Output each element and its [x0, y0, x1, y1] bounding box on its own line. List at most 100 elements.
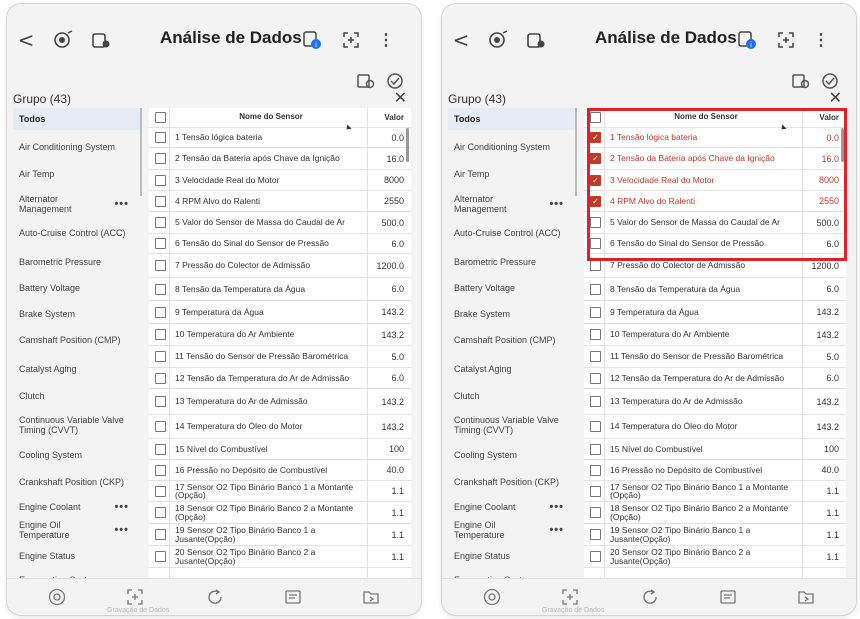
- document-info-icon[interactable]: i: [736, 30, 758, 50]
- sidebar-item[interactable]: Crankshaft Position (CKP): [448, 468, 576, 496]
- table-row[interactable]: 10 Temperatura do Ar Ambiente 143.2: [584, 324, 846, 346]
- sidebar-item[interactable]: Clutch: [448, 384, 576, 408]
- row-checkbox[interactable]: [155, 507, 166, 518]
- table-row[interactable]: 12 Tensão da Temperatura do Ar de Admiss…: [149, 368, 411, 389]
- row-checkbox[interactable]: [155, 283, 166, 295]
- more-dots-icon[interactable]: •••: [114, 525, 129, 536]
- sidebar-item[interactable]: Catalyst Aging: [13, 356, 141, 382]
- table-row[interactable]: 18 Sensor O2 Tipo Binário Banco 2 a Mont…: [149, 502, 411, 524]
- sidebar-item[interactable]: Barometric Pressure: [13, 250, 141, 274]
- table-row[interactable]: 11 Tensão do Sensor de Pressão Barométri…: [149, 346, 411, 368]
- table-row[interactable]: 17 Sensor O2 Tipo Binário Banco 1 a Mont…: [584, 481, 846, 502]
- row-checkbox[interactable]: [590, 396, 601, 407]
- more-dots-icon[interactable]: •••: [549, 525, 564, 536]
- sidebar-item[interactable]: Alternator Management •••: [13, 190, 141, 218]
- folder-icon[interactable]: [361, 587, 381, 607]
- sidebar-item[interactable]: Engine Oil Temperature •••: [13, 518, 141, 542]
- record-circle-icon[interactable]: [47, 587, 67, 607]
- sidebar-item[interactable]: Auto-Cruise Control (ACC): [13, 218, 141, 248]
- table-scrollbar[interactable]: [406, 128, 409, 162]
- row-checkbox[interactable]: [155, 443, 166, 455]
- row-checkbox[interactable]: [590, 507, 601, 518]
- row-checkbox[interactable]: [590, 464, 601, 476]
- report-icon[interactable]: [283, 587, 303, 607]
- record-circle-icon[interactable]: [482, 587, 502, 607]
- row-checkbox[interactable]: [155, 329, 166, 340]
- fullscreen-icon[interactable]: [776, 30, 796, 50]
- table-row[interactable]: 6 Tensão do Sinal do Sensor de Pressão 6.…: [149, 234, 411, 254]
- row-checkbox[interactable]: [155, 464, 166, 476]
- sidebar-item[interactable]: Air Conditioning System: [13, 132, 141, 162]
- more-menu-icon[interactable]: ⋮: [378, 30, 394, 50]
- table-row[interactable]: 14 Temperatura do Óleo do Motor 143.2: [149, 415, 411, 439]
- close-icon[interactable]: ✕: [394, 88, 407, 107]
- row-checkbox[interactable]: [155, 351, 166, 362]
- table-row[interactable]: 11 Tensão do Sensor de Pressão Barométri…: [584, 346, 846, 368]
- sidebar-item[interactable]: Air Temp: [13, 164, 141, 184]
- row-checkbox[interactable]: [590, 529, 601, 540]
- sidebar-item[interactable]: Engine Oil Temperature •••: [448, 518, 576, 542]
- sidebar-item[interactable]: Brake System: [13, 302, 141, 326]
- more-dots-icon[interactable]: •••: [549, 502, 564, 513]
- table-row[interactable]: 7 Pressão do Colector de Admissão 1200.0: [149, 254, 411, 278]
- sidebar-item[interactable]: Engine Status: [13, 544, 141, 568]
- table-row[interactable]: 3 Velocidade Real do Motor 8000: [149, 170, 411, 191]
- sidebar-item[interactable]: Continuous Variable Valve Timing (CVVT): [448, 408, 576, 442]
- refresh-icon[interactable]: [640, 587, 660, 607]
- vehicle-info-icon[interactable]: [91, 30, 111, 50]
- sidebar-item[interactable]: Clutch: [13, 384, 141, 408]
- more-menu-icon[interactable]: ⋮: [813, 30, 829, 50]
- vci-connection-icon[interactable]: [486, 30, 510, 50]
- table-row[interactable]: 17 Sensor O2 Tipo Binário Banco 1 a Mont…: [149, 481, 411, 502]
- frame-icon[interactable]: [560, 587, 580, 607]
- sidebar-item[interactable]: Camshaft Position (CMP): [13, 326, 141, 354]
- row-checkbox[interactable]: [155, 372, 166, 384]
- row-checkbox[interactable]: [590, 351, 601, 362]
- sidebar-scrollbar[interactable]: [140, 108, 142, 196]
- record-icon[interactable]: [356, 72, 376, 90]
- row-checkbox[interactable]: [155, 238, 166, 249]
- row-checkbox[interactable]: [155, 421, 166, 432]
- vci-connection-icon[interactable]: [51, 30, 75, 50]
- sidebar-item[interactable]: Barometric Pressure: [448, 250, 576, 274]
- row-checkbox[interactable]: [590, 421, 601, 432]
- row-checkbox[interactable]: [590, 283, 601, 295]
- fullscreen-icon[interactable]: [341, 30, 361, 50]
- sidebar-scrollbar[interactable]: [575, 108, 577, 196]
- table-row[interactable]: 13 Temperatura do Ar de Admissão 143.2: [584, 389, 846, 415]
- report-icon[interactable]: [718, 587, 738, 607]
- back-button[interactable]: <: [18, 28, 35, 52]
- table-row[interactable]: 19 Sensor O2 Tipo Binário Banco 1 a Jusa…: [584, 524, 846, 546]
- more-dots-icon[interactable]: •••: [114, 199, 129, 210]
- sidebar-item[interactable]: Cooling System: [448, 442, 576, 468]
- row-checkbox[interactable]: [590, 260, 601, 271]
- sidebar-item[interactable]: Air Conditioning System: [448, 132, 576, 162]
- sidebar-item[interactable]: Todos: [448, 108, 576, 130]
- table-row[interactable]: 19 Sensor O2 Tipo Binário Banco 1 a Jusa…: [149, 524, 411, 546]
- select-all-checkbox[interactable]: [155, 112, 166, 123]
- column-header-name[interactable]: Nome do Sensor: [175, 113, 367, 122]
- folder-icon[interactable]: [796, 587, 816, 607]
- sidebar-item[interactable]: Engine Coolant •••: [448, 496, 576, 518]
- table-row[interactable]: 1 Tensão lógica bateria 0.0: [149, 128, 411, 148]
- sidebar-item[interactable]: Engine Coolant •••: [13, 496, 141, 518]
- table-row[interactable]: 15 Nível do Combustível 100: [149, 439, 411, 460]
- sidebar-item[interactable]: Auto-Cruise Control (ACC): [448, 218, 576, 248]
- close-icon[interactable]: ✕: [829, 88, 842, 107]
- sidebar-item[interactable]: Battery Voltage: [448, 276, 576, 300]
- row-checkbox[interactable]: [590, 551, 601, 562]
- sidebar-item[interactable]: Catalyst Aging: [448, 356, 576, 382]
- table-row[interactable]: 8 Tensão da Temperatura da Água 6.0: [584, 278, 846, 301]
- row-checkbox[interactable]: [155, 551, 166, 562]
- row-checkbox[interactable]: [590, 443, 601, 455]
- table-row[interactable]: 16 Pressão no Depósito de Combustível 40.…: [149, 460, 411, 481]
- record-icon[interactable]: [791, 72, 811, 90]
- row-checkbox[interactable]: [590, 329, 601, 340]
- document-info-icon[interactable]: i: [301, 30, 323, 50]
- table-row[interactable]: 9 Temperatura da Água 143.2: [584, 301, 846, 324]
- row-checkbox[interactable]: [155, 153, 166, 164]
- refresh-icon[interactable]: [205, 587, 225, 607]
- sidebar-item[interactable]: Crankshaft Position (CKP): [13, 468, 141, 496]
- table-row[interactable]: 14 Temperatura do Óleo do Motor 143.2: [584, 415, 846, 439]
- table-row[interactable]: 20 Sensor O2 Tipo Binário Banco 2 a Jusa…: [584, 546, 846, 568]
